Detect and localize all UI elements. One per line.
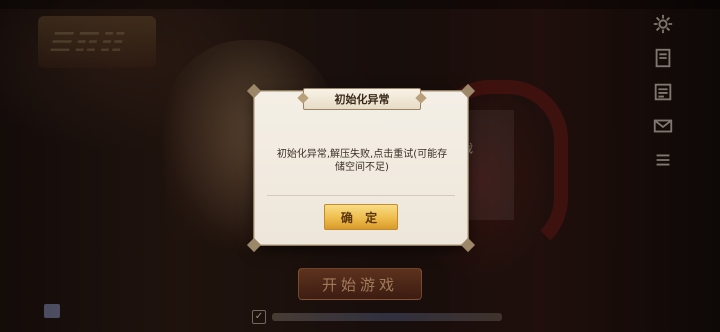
mail-icon[interactable] xyxy=(650,114,676,138)
book-icon[interactable] xyxy=(650,46,676,70)
account-icon[interactable] xyxy=(44,304,60,318)
divider xyxy=(267,195,455,196)
error-dialog: 初始化异常 初始化异常,解压失败,点击重试(可能存储空间不足) 确 定 xyxy=(246,83,476,253)
start-game-button[interactable]: 开始游戏 xyxy=(298,268,422,300)
agreement-row: ✓ xyxy=(252,309,502,325)
list-icon[interactable] xyxy=(650,148,676,172)
news-icon[interactable] xyxy=(650,80,676,104)
top-notice-bar xyxy=(0,0,720,9)
gear-icon[interactable] xyxy=(650,12,676,36)
agreement-checkbox[interactable]: ✓ xyxy=(252,310,266,324)
agreement-text xyxy=(272,313,502,321)
side-icon-column xyxy=(646,12,680,182)
confirm-button[interactable]: 确 定 xyxy=(324,204,398,230)
error-message: 初始化异常,解压失败,点击重试(可能存储空间不足) xyxy=(276,149,448,173)
dialog-title: 初始化异常 xyxy=(303,88,421,110)
